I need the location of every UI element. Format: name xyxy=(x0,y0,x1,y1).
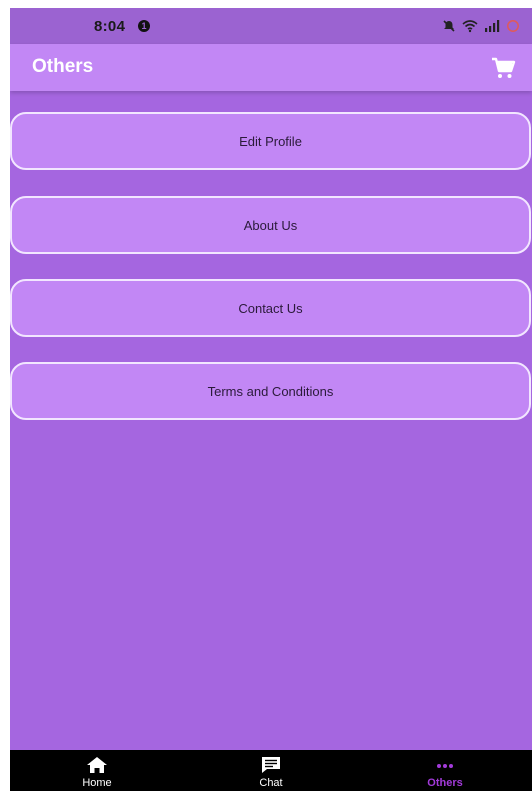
page-title: Others xyxy=(32,56,94,77)
nav-item-home[interactable]: Home xyxy=(10,750,184,791)
nav-label-others: Others xyxy=(427,777,463,789)
edit-profile-button[interactable]: Edit Profile xyxy=(10,112,531,170)
nav-label-home: Home xyxy=(82,777,112,789)
app-bar: Others xyxy=(10,44,532,91)
contact-us-button[interactable]: Contact Us xyxy=(10,279,531,337)
menu-item-label: Contact Us xyxy=(238,300,303,316)
mute-icon xyxy=(443,20,455,32)
status-bar: 8:04 1 xyxy=(10,8,532,44)
terms-and-conditions-button[interactable]: Terms and Conditions xyxy=(10,362,531,420)
home-icon xyxy=(87,757,107,773)
menu-item-label: Edit Profile xyxy=(239,133,302,149)
battery-icon xyxy=(507,20,519,32)
nav-item-chat[interactable]: Chat xyxy=(184,750,358,791)
notification-badge: 1 xyxy=(138,20,150,32)
more-icon xyxy=(437,764,453,768)
chat-icon xyxy=(262,757,280,773)
nav-label-chat: Chat xyxy=(259,777,283,789)
bottom-nav: Home Chat Others xyxy=(10,750,532,791)
cart-icon[interactable] xyxy=(490,55,516,81)
status-time: 8:04 xyxy=(94,18,126,35)
wifi-icon xyxy=(462,20,478,33)
menu-item-label: Terms and Conditions xyxy=(207,383,334,399)
status-icons xyxy=(442,16,520,36)
about-us-button[interactable]: About Us xyxy=(10,196,531,254)
menu-item-label: About Us xyxy=(243,217,298,233)
signal-icon xyxy=(485,20,500,32)
nav-item-others[interactable]: Others xyxy=(358,750,532,791)
app-screen: 8:04 1 Others Edit Profile About Us Cont… xyxy=(10,8,532,791)
